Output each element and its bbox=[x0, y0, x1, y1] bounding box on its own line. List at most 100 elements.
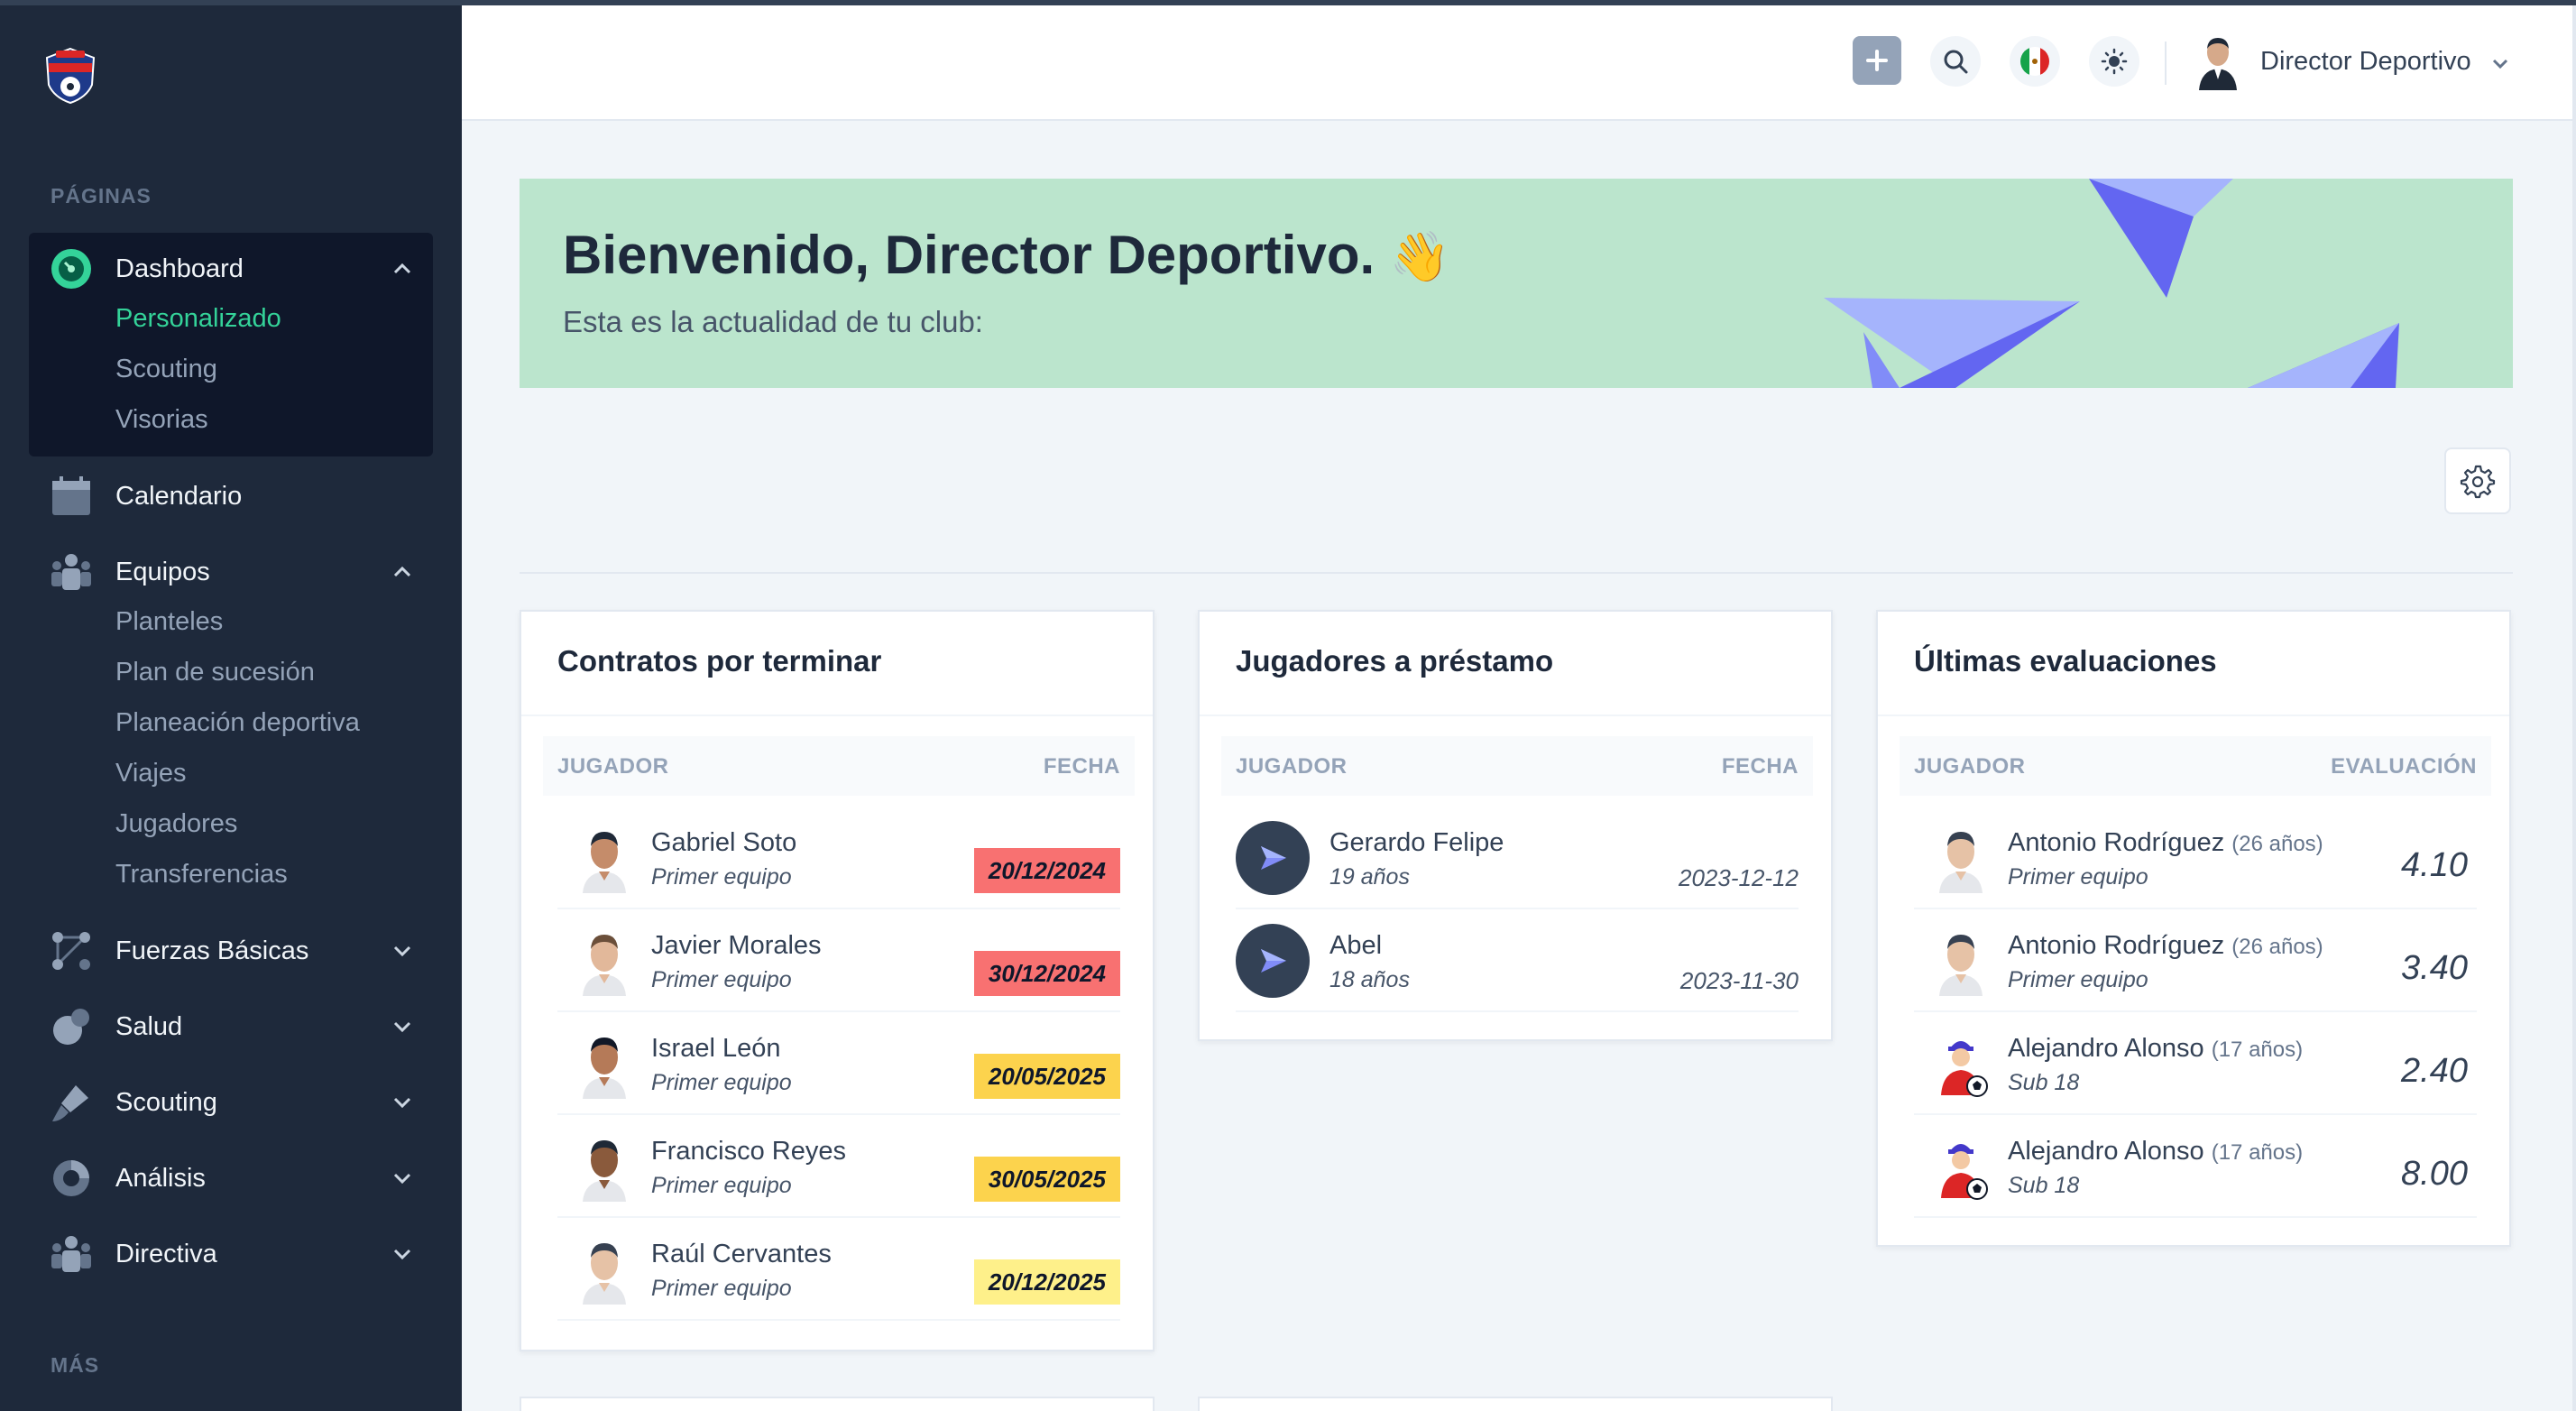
card-divider bbox=[1200, 715, 1831, 716]
player-photo bbox=[575, 1030, 633, 1099]
banner-subtitle: Esta es la actualidad de tu club: bbox=[563, 305, 983, 338]
player-name[interactable]: Raúl Cervantes bbox=[651, 1240, 832, 1269]
contract-end-date-badge: 30/12/2024 bbox=[973, 951, 1120, 996]
sidebar-item-scouting[interactable]: Scouting bbox=[51, 1077, 429, 1128]
chevron-down-icon[interactable] bbox=[390, 1090, 415, 1115]
sidebar-subitem-planteles[interactable]: Planteles bbox=[115, 607, 223, 637]
user-name[interactable]: Director Deportivo bbox=[2260, 47, 2471, 77]
player-team: Primer equipo bbox=[2008, 967, 2148, 992]
health-icon bbox=[51, 1006, 92, 1047]
team-icon bbox=[51, 551, 92, 593]
chevron-down-icon[interactable] bbox=[2489, 52, 2511, 74]
evaluation-score: 3.40 bbox=[2401, 949, 2468, 987]
player-name-line[interactable]: Antonio Rodríguez (26 años) bbox=[2008, 828, 2323, 858]
sidebar-subitem-plan-sucesion[interactable]: Plan de sucesión bbox=[115, 658, 315, 687]
player-name[interactable]: Francisco Reyes bbox=[651, 1137, 846, 1167]
table-header: JUGADOR FECHA bbox=[1221, 736, 1813, 796]
brush-icon bbox=[51, 1082, 92, 1123]
table-row[interactable]: Israel León Primer equipo 20/05/2025 bbox=[557, 1012, 1120, 1115]
evaluation-score: 4.10 bbox=[2401, 846, 2468, 884]
player-name[interactable]: Alejandro Alonso bbox=[2008, 1034, 2204, 1063]
table-row[interactable]: Francisco Reyes Primer equipo 30/05/2025 bbox=[557, 1115, 1120, 1218]
player-name[interactable]: Alejandro Alonso bbox=[2008, 1137, 2204, 1166]
theme-toggle-button[interactable] bbox=[2089, 36, 2139, 87]
search-button[interactable] bbox=[1930, 36, 1981, 87]
user-avatar[interactable] bbox=[2195, 32, 2240, 90]
sidebar-item-dashboard[interactable]: Dashboard bbox=[51, 244, 429, 294]
card-partial bbox=[1198, 1397, 1833, 1411]
table-row[interactable]: Gabriel Soto Primer equipo 20/12/2024 bbox=[557, 807, 1120, 909]
sidebar-item-calendario[interactable]: Calendario bbox=[51, 471, 429, 521]
content-divider bbox=[520, 572, 2513, 574]
player-photo bbox=[575, 927, 633, 996]
chevron-up-icon[interactable] bbox=[390, 256, 415, 281]
sidebar-item-directiva[interactable]: Directiva bbox=[51, 1229, 429, 1279]
sidebar-subitem-planeacion-deportiva[interactable]: Planeación deportiva bbox=[115, 708, 360, 738]
top-header: Director Deportivo bbox=[462, 5, 2572, 121]
column-header-player: JUGADOR bbox=[1236, 754, 1348, 779]
player-name[interactable]: Gerardo Felipe bbox=[1329, 828, 1504, 858]
player-age: (17 años) bbox=[2211, 1038, 2304, 1062]
table-row[interactable]: Antonio Rodríguez (26 años) Primer equipo… bbox=[1914, 909, 2477, 1012]
player-photo bbox=[1932, 825, 1990, 893]
sidebar-subitem-personalizado[interactable]: Personalizado bbox=[115, 304, 281, 334]
header-divider bbox=[2165, 42, 2167, 85]
table-row[interactable]: Antonio Rodríguez (26 años) Primer equipo… bbox=[1914, 807, 2477, 909]
column-header-date: FECHA bbox=[1043, 754, 1120, 779]
sidebar-item-fuerzas-basicas[interactable]: Fuerzas Básicas bbox=[51, 926, 429, 976]
dashboard-settings-button[interactable] bbox=[2444, 447, 2511, 514]
player-age: (26 años) bbox=[2231, 935, 2323, 959]
sidebar-item-salud[interactable]: Salud bbox=[51, 1001, 429, 1052]
evaluations-card: Últimas evaluaciones JUGADOR EVALUACIÓN … bbox=[1876, 610, 2511, 1247]
sidebar-subitem-jugadores[interactable]: Jugadores bbox=[115, 809, 237, 839]
welcome-banner: Bienvenido, Director Deportivo. 👋 Esta e… bbox=[520, 179, 2513, 388]
sidebar-item-analisis[interactable]: Análisis bbox=[51, 1153, 429, 1204]
chevron-down-icon[interactable] bbox=[390, 938, 415, 964]
player-name[interactable]: Javier Morales bbox=[651, 931, 822, 961]
sidebar-subitem-transferencias[interactable]: Transferencias bbox=[115, 860, 288, 890]
sidebar-subitem-visorias[interactable]: Visorias bbox=[115, 405, 208, 435]
sidebar-item-label: Dashboard bbox=[115, 254, 244, 283]
evaluation-score: 2.40 bbox=[2401, 1052, 2468, 1090]
column-header-player: JUGADOR bbox=[557, 754, 669, 779]
player-name[interactable]: Abel bbox=[1329, 931, 1382, 961]
chevron-down-icon[interactable] bbox=[390, 1241, 415, 1267]
player-name[interactable]: Israel León bbox=[651, 1034, 781, 1064]
player-name[interactable]: Antonio Rodríguez bbox=[2008, 931, 2224, 960]
sidebar-item-equipos[interactable]: Equipos bbox=[51, 547, 429, 597]
table-row[interactable]: Alejandro Alonso (17 años) Sub 18 2.40 bbox=[1914, 1012, 2477, 1115]
player-name[interactable]: Gabriel Soto bbox=[651, 828, 796, 858]
paper-plane-icon bbox=[1236, 821, 1310, 895]
player-team: Primer equipo bbox=[651, 1276, 792, 1301]
chevron-up-icon[interactable] bbox=[390, 559, 415, 585]
contracts-card: Contratos por terminar JUGADOR FECHA Gab… bbox=[520, 610, 1155, 1351]
card-divider bbox=[521, 715, 1153, 716]
club-logo[interactable] bbox=[40, 45, 101, 106]
player-name-line[interactable]: Antonio Rodríguez (26 años) bbox=[2008, 931, 2323, 961]
calendar-icon bbox=[51, 475, 92, 517]
chevron-down-icon[interactable] bbox=[390, 1166, 415, 1191]
player-team: Primer equipo bbox=[651, 1173, 792, 1198]
sidebar-subitem-viajes[interactable]: Viajes bbox=[115, 759, 186, 788]
table-row[interactable]: Javier Morales Primer equipo 30/12/2024 bbox=[557, 909, 1120, 1012]
add-button[interactable] bbox=[1853, 36, 1901, 85]
table-row[interactable]: Abel 18 años 2023-11-30 bbox=[1236, 909, 1799, 1012]
mexico-flag-icon bbox=[2020, 47, 2049, 76]
table-row[interactable]: Gerardo Felipe 19 años 2023-12-12 bbox=[1236, 807, 1799, 909]
table-row[interactable]: Alejandro Alonso (17 años) Sub 18 8.00 bbox=[1914, 1115, 2477, 1218]
chevron-down-icon[interactable] bbox=[390, 1014, 415, 1039]
loans-card: Jugadores a préstamo JUGADOR FECHA Gerar… bbox=[1198, 610, 1833, 1041]
player-name-line[interactable]: Alejandro Alonso (17 años) bbox=[2008, 1137, 2303, 1167]
table-row[interactable]: Raúl Cervantes Primer equipo 20/12/2025 bbox=[557, 1218, 1120, 1321]
player-name[interactable]: Antonio Rodríguez bbox=[2008, 828, 2224, 857]
player-photo bbox=[1932, 927, 1990, 996]
paper-plane-icon bbox=[1236, 924, 1310, 998]
table-header: JUGADOR FECHA bbox=[543, 736, 1135, 796]
player-photo bbox=[1932, 1030, 1990, 1099]
language-button[interactable] bbox=[2010, 36, 2060, 87]
player-name-line[interactable]: Alejandro Alonso (17 años) bbox=[2008, 1034, 2303, 1064]
scrollbar-track[interactable] bbox=[2572, 0, 2576, 1411]
evaluation-score: 8.00 bbox=[2401, 1155, 2468, 1193]
sidebar-subitem-scouting[interactable]: Scouting bbox=[115, 355, 217, 384]
card-title: Jugadores a préstamo bbox=[1236, 644, 1554, 678]
